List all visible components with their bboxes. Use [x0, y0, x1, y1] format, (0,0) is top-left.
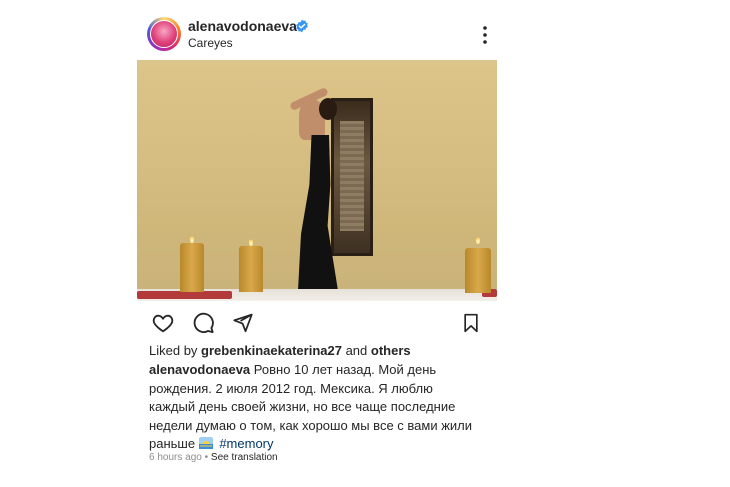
post-time-ago: 6 hours ago [149, 452, 202, 463]
post-actions [137, 310, 497, 336]
post-meta: 6 hours ago • See translation [149, 452, 278, 463]
post-caption: alenavodonaeva Ровно 10 лет назад. Мой д… [149, 361, 479, 454]
photo-candle-1 [180, 243, 204, 292]
post-photo[interactable] [137, 60, 497, 301]
photo-flame-3 [476, 236, 480, 244]
instagram-post: alenavodonaeva Careyes Liked by grebenki… [137, 0, 497, 487]
comment-icon[interactable] [192, 312, 215, 334]
post-username[interactable]: alenavodonaeva [188, 18, 297, 34]
see-translation-link[interactable]: See translation [211, 452, 278, 463]
meta-separator: • [204, 452, 209, 463]
sunrise-emoji-icon [198, 437, 213, 450]
photo-candle-2 [239, 246, 263, 292]
verified-badge-icon [296, 19, 308, 33]
caption-hashtag[interactable]: #memory [219, 436, 273, 451]
liked-by-and: and [345, 343, 368, 358]
caption-username[interactable]: alenavodonaeva [149, 362, 250, 377]
liked-by-user[interactable]: grebenkinaekaterina27 [201, 343, 342, 358]
photo-flame-1 [190, 235, 194, 243]
photo-candle-3 [465, 248, 491, 293]
photo-flame-2 [249, 238, 253, 246]
heart-icon[interactable] [151, 312, 175, 334]
post-location[interactable]: Careyes [188, 36, 233, 50]
liked-by-others[interactable]: others [371, 343, 411, 358]
post-header: alenavodonaeva Careyes [147, 17, 497, 53]
liked-by-line: Liked by grebenkinaekaterina27 and other… [149, 343, 411, 358]
paper-plane-icon[interactable] [232, 312, 254, 333]
bookmark-icon[interactable] [461, 312, 481, 334]
liked-by-prefix: Liked by [149, 343, 198, 358]
photo-red-cloth-left [137, 291, 232, 299]
avatar[interactable] [147, 17, 181, 51]
photo-mirror [331, 98, 373, 256]
photo-head [319, 98, 337, 120]
three-dots-vertical-icon[interactable] [480, 25, 490, 45]
avatar-image [150, 20, 178, 48]
